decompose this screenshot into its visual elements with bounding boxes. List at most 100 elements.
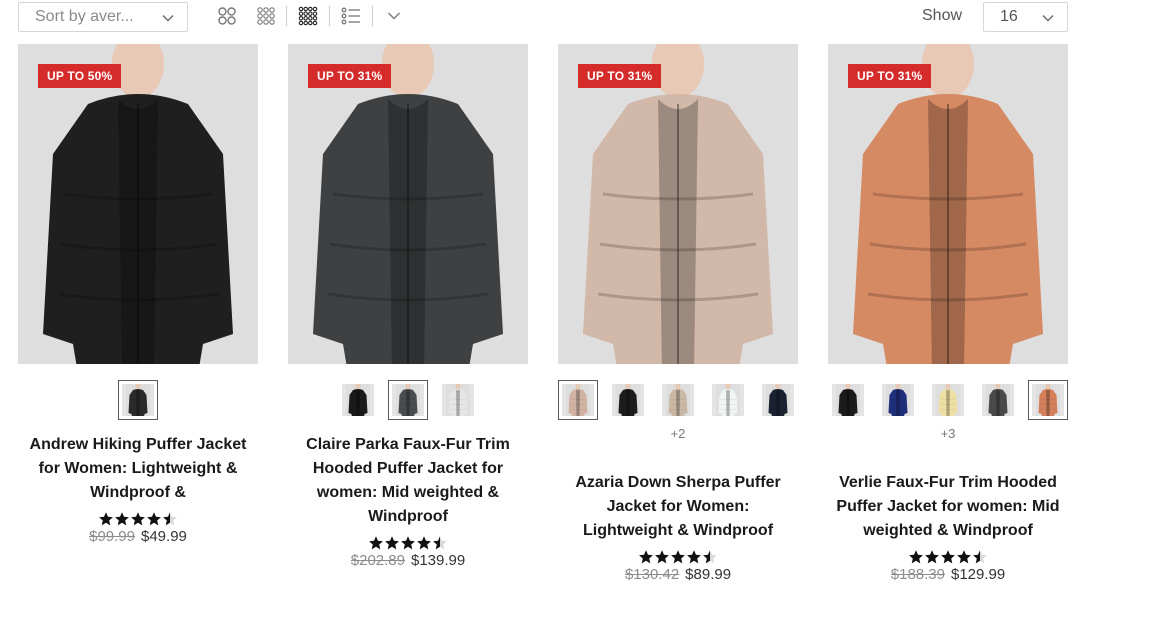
color-swatch[interactable] — [708, 380, 748, 420]
swatch-jacket-image — [566, 384, 590, 416]
price-block: $202.89 $139.99 — [288, 552, 528, 569]
star-icon — [417, 536, 431, 550]
product-title[interactable]: Verlie Faux-Fur Trim Hooded Puffer Jacke… — [828, 471, 1068, 543]
rating-stars — [288, 535, 528, 551]
swatch-jacket-image — [766, 384, 790, 416]
color-swatch[interactable] — [118, 380, 158, 420]
swatch-jacket-image — [666, 384, 690, 416]
color-swatches — [558, 380, 798, 420]
swatch-jacket-image — [836, 384, 860, 416]
price-block: $188.39 $129.99 — [828, 566, 1068, 583]
discount-badge: UP TO 50% — [38, 64, 122, 88]
swatch-jacket-image — [446, 384, 470, 416]
star-icon — [671, 550, 685, 564]
star-icon — [925, 550, 939, 564]
original-price: $188.39 — [890, 566, 945, 583]
color-swatch[interactable] — [978, 380, 1018, 420]
per-page-value: 16 — [1000, 8, 1018, 25]
color-swatch[interactable] — [658, 380, 698, 420]
grid-3-icon[interactable] — [255, 5, 277, 27]
star-icon — [163, 512, 177, 526]
color-swatch[interactable] — [878, 380, 918, 420]
show-label: Show — [922, 7, 963, 24]
color-swatch[interactable] — [758, 380, 798, 420]
product-card: UP TO 50% Andrew Hiking Puffer Jacket fo… — [18, 44, 258, 545]
rating-stars — [828, 549, 1068, 565]
more-colors-count[interactable]: +2 — [558, 426, 798, 446]
swatch-thumbnail — [442, 384, 474, 416]
product-image[interactable]: UP TO 31% — [558, 44, 798, 364]
star-icon — [115, 512, 129, 526]
star-icon — [687, 550, 701, 564]
product-title[interactable]: Azaria Down Sherpa Puffer Jacket for Wom… — [558, 471, 798, 543]
divider — [286, 6, 287, 26]
swatch-jacket-image — [716, 384, 740, 416]
swatch-thumbnail — [982, 384, 1014, 416]
color-swatch[interactable] — [438, 380, 478, 420]
color-swatch[interactable] — [558, 380, 598, 420]
swatch-thumbnail — [1032, 384, 1064, 416]
color-swatch[interactable] — [1028, 380, 1068, 420]
swatch-thumbnail — [832, 384, 864, 416]
product-card: UP TO 31% +2 Azaria Down Sherpa Puffer J… — [558, 44, 798, 583]
discount-badge: UP TO 31% — [848, 64, 932, 88]
jacket-photo — [288, 44, 528, 364]
swatch-jacket-image — [1036, 384, 1060, 416]
sort-select-value: Sort by aver... — [35, 8, 134, 25]
star-icon — [909, 550, 923, 564]
jacket-photo — [828, 44, 1068, 364]
color-swatch[interactable] — [388, 380, 428, 420]
view-mode-switcher — [216, 4, 422, 28]
product-title[interactable]: Claire Parka Faux-Fur Trim Hooded Puffer… — [288, 433, 528, 529]
color-swatch[interactable] — [608, 380, 648, 420]
swatch-thumbnail — [392, 384, 424, 416]
grid-4-icon[interactable] — [297, 5, 319, 27]
color-swatches — [18, 380, 258, 420]
jacket-photo — [18, 44, 258, 364]
swatch-thumbnail — [882, 384, 914, 416]
swatch-jacket-image — [616, 384, 640, 416]
original-price: $202.89 — [350, 552, 405, 569]
sale-price: $129.99 — [951, 566, 1006, 583]
rating-stars — [558, 549, 798, 565]
swatch-thumbnail — [612, 384, 644, 416]
sale-price: $89.99 — [685, 566, 732, 583]
grid-2-icon[interactable] — [216, 5, 238, 27]
product-image[interactable]: UP TO 50% — [18, 44, 258, 364]
swatch-thumbnail — [712, 384, 744, 416]
sale-price: $49.99 — [141, 528, 187, 545]
swatch-jacket-image — [396, 384, 420, 416]
more-colors-count[interactable]: +3 — [828, 426, 1068, 446]
star-icon — [131, 512, 145, 526]
star-icon — [99, 512, 113, 526]
star-icon — [941, 550, 955, 564]
divider — [329, 6, 330, 26]
product-title[interactable]: Andrew Hiking Puffer Jacket for Women: L… — [18, 433, 258, 505]
product-image[interactable]: UP TO 31% — [828, 44, 1068, 364]
discount-badge: UP TO 31% — [308, 64, 392, 88]
product-card: UP TO 31% +3 Verlie Faux-Fur Trim Hooded… — [828, 44, 1068, 583]
product-image[interactable]: UP TO 31% — [288, 44, 528, 364]
swatch-jacket-image — [986, 384, 1010, 416]
swatch-thumbnail — [342, 384, 374, 416]
swatch-jacket-image — [126, 384, 150, 416]
star-icon — [433, 536, 447, 550]
color-swatch[interactable] — [828, 380, 868, 420]
swatch-jacket-image — [936, 384, 960, 416]
sort-select[interactable]: Sort by aver... — [18, 2, 188, 32]
chevron-down-icon — [1041, 11, 1055, 30]
per-page-select[interactable]: 16 — [983, 2, 1068, 32]
color-swatch[interactable] — [338, 380, 378, 420]
chevron-down-icon[interactable] — [383, 5, 405, 27]
original-price: $99.99 — [89, 528, 135, 545]
color-swatches — [288, 380, 528, 420]
swatch-thumbnail — [662, 384, 694, 416]
color-swatch[interactable] — [928, 380, 968, 420]
price-block: $130.42 $89.99 — [558, 566, 798, 583]
star-icon — [703, 550, 717, 564]
discount-badge: UP TO 31% — [578, 64, 662, 88]
rating-stars — [18, 511, 258, 527]
swatch-jacket-image — [886, 384, 910, 416]
list-view-icon[interactable] — [340, 5, 362, 27]
star-icon — [385, 536, 399, 550]
